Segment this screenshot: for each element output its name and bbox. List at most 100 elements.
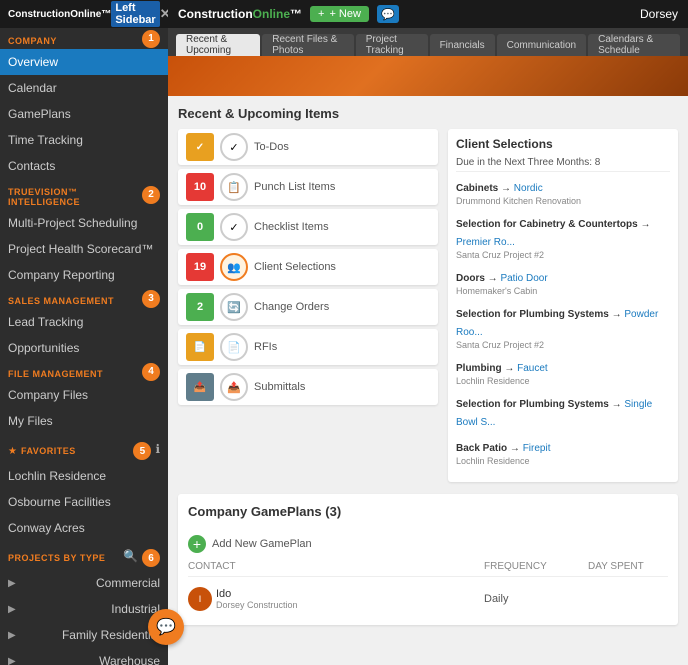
sidebar-item-contacts[interactable]: Contacts	[0, 153, 168, 179]
list-item[interactable]: 0 ✓ Checklist Items	[178, 209, 438, 245]
checklist-color-box: 0	[186, 213, 214, 241]
tab-recent-upcoming[interactable]: Recent & Upcoming	[176, 34, 260, 56]
contact-avatar: I	[188, 587, 212, 611]
favorites-header-label: FAVORITES	[21, 446, 76, 456]
client-entry[interactable]: Plumbing → Faucet Lochlin Residence	[456, 358, 670, 386]
clientsel-icon: 👥	[220, 253, 248, 281]
sidebar-item-gameplans[interactable]: GamePlans	[0, 101, 168, 127]
file-badge: 4	[142, 363, 160, 381]
punchlist-color-box: 10	[186, 173, 214, 201]
chat-bubble[interactable]: 💬	[148, 609, 184, 645]
checklist-label: Checklist Items	[254, 221, 329, 233]
file-section-header: FILE MANAGEMENT 4	[0, 361, 168, 382]
arrow-icon: ▶	[8, 630, 16, 641]
company-section-header: COMPANY 1	[0, 28, 168, 49]
tab-bar: Recent & Upcoming Recent Files & Photos …	[168, 28, 688, 56]
sidebar-item-industrial[interactable]: ▶ Industrial	[0, 596, 168, 622]
list-item[interactable]: 10 📋 Punch List Items	[178, 169, 438, 205]
todo-icon: ✓	[220, 133, 248, 161]
tab-recent-files[interactable]: Recent Files & Photos	[262, 34, 354, 56]
contact-title: Dorsey Construction	[216, 600, 480, 610]
punchlist-icon: 📋	[220, 173, 248, 201]
gameplans-header: Company GamePlans (3)	[188, 504, 668, 527]
sidebar-item-osbourne[interactable]: Osbourne Facilities	[0, 489, 168, 515]
sidebar-item-opportunities[interactable]: Opportunities	[0, 335, 168, 361]
tab-calendars[interactable]: Calendars & Schedule	[588, 34, 680, 56]
sales-header: SALES MANAGEMENT	[0, 288, 122, 309]
contact-name: Ido	[216, 588, 480, 600]
recent-section: ✓ ✓ To-Dos 10 📋 Punch List Items 0 ✓ Che…	[178, 129, 678, 482]
clientsel-label: Client Selections	[254, 261, 336, 273]
sidebar-item-company-reporting[interactable]: Company Reporting	[0, 262, 168, 288]
add-gameplan-button[interactable]: +	[188, 535, 206, 553]
sidebar-item-lead-tracking[interactable]: Lead Tracking	[0, 309, 168, 335]
recent-section-title: Recent & Upcoming Items	[178, 106, 678, 121]
list-item[interactable]: 19 👥 Client Selections	[178, 249, 438, 285]
tab-financials[interactable]: Financials	[430, 34, 495, 56]
orange-banner	[168, 56, 688, 96]
left-sidebar-label: Left Sidebar	[111, 1, 159, 27]
client-entry[interactable]: Selection for Plumbing Systems → Single …	[456, 394, 670, 430]
new-button[interactable]: + + New	[310, 6, 369, 22]
close-sidebar-icon[interactable]: ✕	[160, 6, 168, 22]
client-entry[interactable]: Back Patio → Firepit Lochlin Residence	[456, 438, 670, 466]
truevision-header: TRUEVISION™ INTELLIGENCE	[0, 179, 142, 210]
todo-label: To-Dos	[254, 141, 289, 153]
list-item[interactable]: 📤 📤 Submittals	[178, 369, 438, 405]
top-navigation: ConstructionOnline™ + + New 💬 Dorsey	[168, 0, 688, 28]
sidebar-item-company-files[interactable]: Company Files	[0, 382, 168, 408]
plus-icon: +	[318, 8, 324, 20]
sidebar-item-commercial[interactable]: ▶ Commercial	[0, 570, 168, 596]
client-entry[interactable]: Selection for Plumbing Systems → Powder …	[456, 304, 670, 350]
logo: ConstructionOnline™	[8, 9, 111, 20]
truevision-section-header: TRUEVISION™ INTELLIGENCE 2	[0, 179, 168, 210]
client-entry[interactable]: Doors → Patio Door Homemaker's Cabin	[456, 268, 670, 296]
client-entry[interactable]: Cabinets → Nordic Drummond Kitchen Renov…	[456, 178, 670, 206]
tab-project-tracking[interactable]: Project Tracking	[356, 34, 428, 56]
add-gameplan-row[interactable]: + Add New GamePlan	[188, 535, 668, 553]
list-item[interactable]: 2 🔄 Change Orders	[178, 289, 438, 325]
company-badge: 1	[142, 30, 160, 48]
left-sidebar: ConstructionOnline™ Left Sidebar ✕ COMPA…	[0, 0, 168, 665]
sidebar-item-lochlin[interactable]: Lochlin Residence	[0, 463, 168, 489]
sidebar-item-warehouse[interactable]: ▶ Warehouse	[0, 648, 168, 665]
col-frequency: FREQUENCY	[484, 561, 584, 572]
clientsel-color-box: 19	[186, 253, 214, 281]
sidebar-item-conway[interactable]: Conway Acres	[0, 515, 168, 541]
gp-frequency: Daily	[484, 593, 584, 605]
sidebar-item-my-files[interactable]: My Files	[0, 408, 168, 434]
sidebar-item-overview[interactable]: Overview	[0, 49, 168, 75]
add-gameplan-label: Add New GamePlan	[212, 538, 312, 550]
projects-header-label: PROJECTS BY TYPE	[8, 553, 105, 563]
gameplans-section: Company GamePlans (3) + Add New GamePlan…	[178, 494, 678, 625]
app-logo: ConstructionOnline™	[178, 7, 302, 21]
list-item[interactable]: 📄 📄 RFIs	[178, 329, 438, 365]
sidebar-item-multiproject[interactable]: Multi-Project Scheduling	[0, 210, 168, 236]
client-due-header: Due in the Next Three Months: 8	[456, 157, 670, 172]
rfi-color-box: 📄	[186, 333, 214, 361]
client-selections-panel: Client Selections Due in the Next Three …	[448, 129, 678, 482]
message-icon[interactable]: 💬	[377, 5, 399, 23]
changeorder-color-box: 2	[186, 293, 214, 321]
gameplan-row[interactable]: I Ido Dorsey Construction Daily	[188, 583, 668, 615]
checklist-icon: ✓	[220, 213, 248, 241]
sidebar-item-calendar[interactable]: Calendar	[0, 75, 168, 101]
list-item[interactable]: ✓ ✓ To-Dos	[178, 129, 438, 165]
changeorder-icon: 🔄	[220, 293, 248, 321]
gameplans-title: Company GamePlans (3)	[188, 504, 341, 519]
search-projects-icon[interactable]: 🔍	[123, 549, 138, 567]
sidebar-item-health-scorecard[interactable]: Project Health Scorecard™	[0, 236, 168, 262]
tab-communication[interactable]: Communication	[497, 34, 586, 56]
sidebar-item-time-tracking[interactable]: Time Tracking	[0, 127, 168, 153]
sidebar-header: ConstructionOnline™ Left Sidebar ✕	[0, 0, 168, 28]
contact-info: Ido Dorsey Construction	[216, 588, 480, 610]
sidebar-item-family-residential[interactable]: ▶ Family Residential	[0, 622, 168, 648]
company-header: COMPANY	[0, 28, 65, 49]
gameplans-col-headers: CONTACT FREQUENCY DAY SPENT	[188, 561, 668, 577]
arrow-icon: ▶	[8, 578, 16, 589]
client-entry[interactable]: Selection for Cabinetry & Countertops → …	[456, 214, 670, 260]
favorites-info-icon[interactable]: ℹ	[155, 442, 160, 460]
sales-badge: 3	[142, 290, 160, 308]
arrow-icon: ▶	[8, 656, 16, 665]
rfi-label: RFIs	[254, 341, 277, 353]
